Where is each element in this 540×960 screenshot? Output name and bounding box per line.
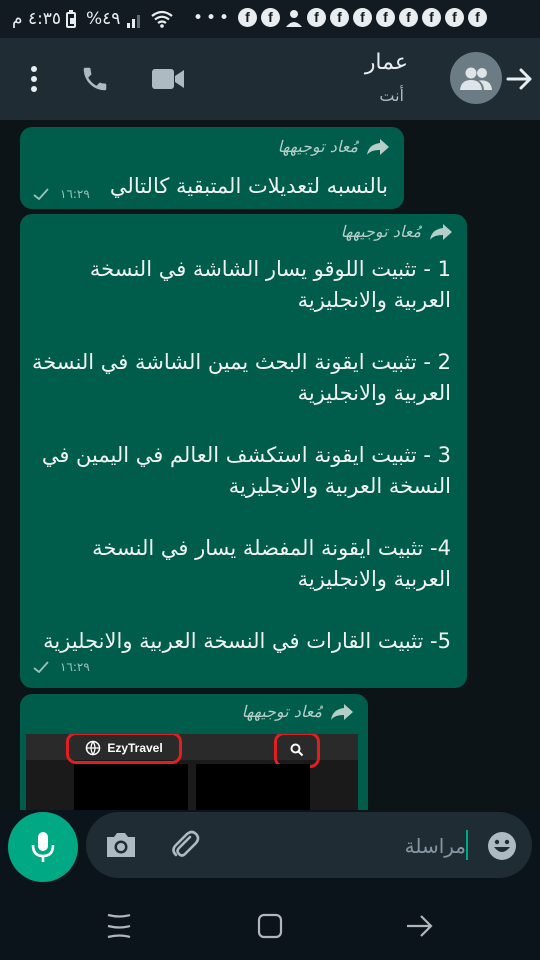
voice-call-icon[interactable] bbox=[80, 64, 110, 94]
mic-button[interactable] bbox=[8, 812, 78, 882]
image-search-highlight bbox=[274, 734, 320, 768]
wifi-icon bbox=[151, 10, 173, 28]
forward-icon bbox=[367, 138, 389, 155]
globe-icon bbox=[86, 740, 101, 756]
message-bubble[interactable]: مُعاد توجيهها 1 - تثبيت اللوقو يسار الشا… bbox=[20, 214, 467, 688]
recent-apps-icon[interactable] bbox=[104, 912, 134, 940]
facebook-notification-icon: f bbox=[445, 8, 464, 27]
more-vert-icon[interactable] bbox=[24, 64, 44, 94]
attach-icon[interactable] bbox=[168, 828, 202, 862]
chat-header: عمار أنت bbox=[0, 38, 540, 120]
signal-icon bbox=[127, 15, 140, 28]
facebook-notification-icon: f bbox=[353, 8, 372, 27]
home-icon[interactable] bbox=[256, 912, 284, 940]
status-bar: ٤:٣٥ م %٤٩ ••• f f f f f f f f f f bbox=[0, 0, 540, 38]
video-call-icon[interactable] bbox=[150, 66, 186, 92]
message-meta: ١٦:٢٩ bbox=[32, 660, 90, 674]
message-input-field[interactable] bbox=[86, 812, 532, 878]
camera-icon[interactable] bbox=[104, 830, 138, 860]
overflow-notifications-icon: ••• bbox=[193, 8, 233, 28]
forward-icon bbox=[430, 223, 452, 240]
facebook-notification-icon: f bbox=[307, 8, 326, 27]
battery-icon bbox=[66, 10, 78, 29]
sent-check-icon bbox=[33, 661, 49, 674]
facebook-notification-icon: f bbox=[376, 8, 395, 27]
search-icon bbox=[290, 743, 304, 757]
image-logo-highlight: EzyTravel bbox=[66, 734, 182, 764]
message-text: 1 - تثبيت اللوقو يسار الشاشة في النسخة ا… bbox=[31, 257, 451, 653]
message-bubble[interactable]: مُعاد توجيهها EzyTravel bbox=[20, 694, 368, 810]
mic-icon bbox=[31, 832, 55, 862]
person-notification-icon bbox=[284, 8, 303, 27]
compose-bar bbox=[0, 810, 540, 882]
facebook-notification-icon: f bbox=[422, 8, 441, 27]
back-icon[interactable] bbox=[404, 912, 434, 940]
battery-percent: %٤٩ bbox=[86, 9, 121, 29]
facebook-notification-icon: f bbox=[399, 8, 418, 27]
message-bubble[interactable]: مُعاد توجيهها بالنسبه لتعديلات المتبقية … bbox=[20, 127, 404, 209]
status-time: ٤:٣٥ م bbox=[12, 9, 62, 29]
message-meta: ١٦:٢٩ bbox=[32, 187, 90, 201]
forwarded-label: مُعاد توجيهها bbox=[341, 222, 453, 241]
back-arrow-icon[interactable] bbox=[504, 64, 534, 94]
facebook-notification-icon: f bbox=[468, 8, 487, 27]
emoji-icon[interactable] bbox=[486, 830, 518, 862]
contact-name[interactable]: عمار bbox=[365, 50, 408, 75]
sent-check-icon bbox=[33, 188, 49, 201]
message-input[interactable] bbox=[314, 830, 468, 862]
group-avatar-icon[interactable] bbox=[450, 52, 502, 104]
notification-icons: f f f f f f f f f f bbox=[238, 8, 487, 27]
facebook-notification-icon: f bbox=[261, 8, 280, 27]
image-attachment[interactable]: EzyTravel bbox=[26, 734, 358, 810]
message-time: ١٦:٢٩ bbox=[60, 187, 90, 201]
contact-subtitle: أنت bbox=[379, 86, 404, 105]
forward-icon bbox=[331, 703, 353, 720]
forwarded-label: مُعاد توجيهها bbox=[242, 702, 354, 721]
message-time: ١٦:٢٩ bbox=[60, 660, 90, 674]
forwarded-label: مُعاد توجيهها bbox=[278, 137, 390, 156]
system-nav-bar bbox=[0, 882, 540, 960]
text-cursor bbox=[466, 830, 468, 860]
facebook-notification-icon: f bbox=[238, 8, 257, 27]
facebook-notification-icon: f bbox=[330, 8, 349, 27]
message-text: بالنسبه لتعديلات المتبقية كالتالي bbox=[109, 174, 388, 198]
message-list[interactable]: مُعاد توجيهها بالنسبه لتعديلات المتبقية … bbox=[0, 120, 540, 810]
